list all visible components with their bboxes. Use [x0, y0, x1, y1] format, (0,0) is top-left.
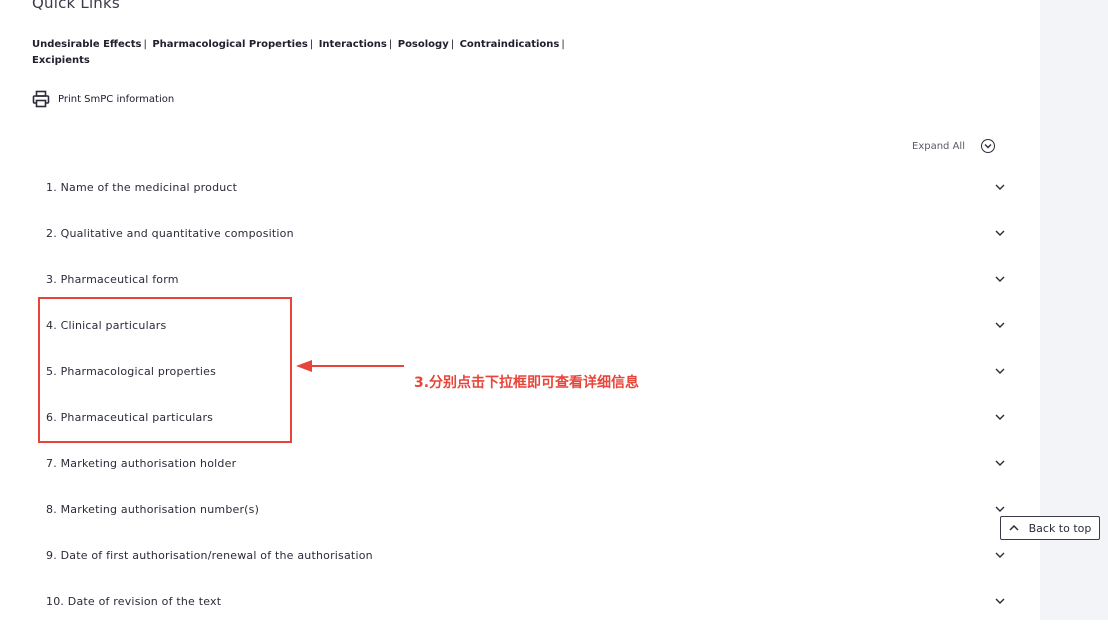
print-smpc-label: Print SmPC information	[58, 93, 175, 105]
section-label: 1. Name of the medicinal product	[46, 180, 238, 194]
link-separator: |	[309, 39, 314, 50]
link-separator: |	[388, 39, 393, 50]
chevron-down-icon[interactable]	[994, 181, 1006, 193]
link-separator: |	[561, 39, 565, 50]
quick-link-interactions[interactable]: Interactions	[319, 39, 387, 50]
chevron-down-icon[interactable]	[994, 411, 1006, 423]
section-label: 8. Marketing authorisation number(s)	[46, 502, 260, 516]
print-smpc-link[interactable]: Print SmPC information	[32, 90, 174, 108]
annotation-text: 3.分别点击下拉框即可查看详细信息	[414, 375, 640, 391]
quick-link-posology[interactable]: Posology	[398, 39, 449, 50]
chevron-down-icon[interactable]	[994, 273, 1006, 285]
section-row-2[interactable]: 2. Qualitative and quantitative composit…	[46, 210, 1006, 256]
back-to-top-button[interactable]: Back to top	[1000, 516, 1100, 540]
section-row-9[interactable]: 9. Date of first authorisation/renewal o…	[46, 532, 1006, 578]
link-separator: |	[450, 39, 455, 50]
quick-links-title: Quick Links	[32, 0, 120, 12]
chevron-down-icon[interactable]	[994, 595, 1006, 607]
section-label: 2. Qualitative and quantitative composit…	[46, 226, 294, 240]
annotation-highlight-box	[38, 297, 292, 443]
quick-link-undesirable-effects[interactable]: Undesirable Effects	[32, 39, 141, 50]
section-row-7[interactable]: 7. Marketing authorisation holder	[46, 440, 1006, 486]
chevron-down-circle-icon	[980, 139, 995, 153]
quick-link-pharmacological-properties[interactable]: Pharmacological Properties	[152, 39, 308, 50]
chevron-down-icon[interactable]	[994, 227, 1006, 239]
chevron-down-icon[interactable]	[994, 549, 1006, 561]
link-separator: |	[143, 39, 147, 50]
section-row-10[interactable]: 10. Date of revision of the text	[46, 578, 1006, 624]
chevron-down-icon[interactable]	[994, 457, 1006, 469]
section-label: 3. Pharmaceutical form	[46, 272, 179, 286]
back-to-top-label: Back to top	[1028, 521, 1092, 535]
quick-link-excipients[interactable]: Excipients	[32, 55, 90, 66]
expand-all-label: Expand All	[912, 140, 965, 152]
section-row-3[interactable]: 3. Pharmaceutical form	[46, 256, 1006, 302]
chevron-down-icon[interactable]	[994, 365, 1006, 377]
chevron-up-icon	[1009, 525, 1019, 531]
chevron-down-icon[interactable]	[994, 319, 1006, 331]
expand-all-button[interactable]: Expand All	[912, 139, 995, 153]
printer-icon	[32, 90, 50, 108]
annotation-arrow-icon	[296, 360, 404, 372]
section-row-8[interactable]: 8. Marketing authorisation number(s)	[46, 486, 1006, 532]
section-label: 7. Marketing authorisation holder	[46, 456, 237, 470]
quick-link-contraindications[interactable]: Contraindications	[460, 39, 560, 50]
section-label: 10. Date of revision of the text	[46, 594, 222, 608]
quick-links-bar: Undesirable Effects | Pharmacological Pro…	[32, 37, 612, 69]
chevron-down-icon[interactable]	[994, 503, 1006, 515]
section-label: 9. Date of first authorisation/renewal o…	[46, 548, 373, 562]
section-row-1[interactable]: 1. Name of the medicinal product	[46, 164, 1006, 210]
